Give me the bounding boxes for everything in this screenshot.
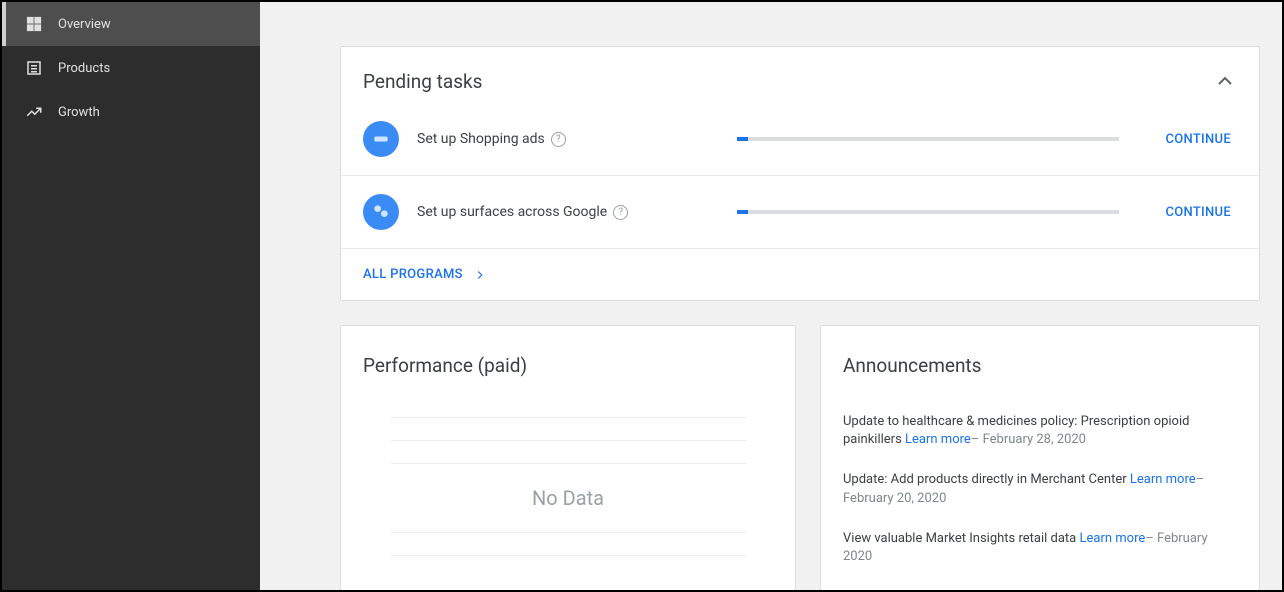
- announcement-item: Update: Add products directly in Merchan…: [843, 471, 1237, 507]
- all-programs-label: ALL PROGRAMS: [363, 267, 463, 282]
- grid-line: [391, 555, 746, 556]
- performance-chart-placeholder: No Data: [363, 417, 773, 556]
- announcement-date: – February 28, 2020: [971, 432, 1086, 447]
- continue-button[interactable]: CONTINUE: [1159, 205, 1237, 220]
- all-programs-link[interactable]: ALL PROGRAMS: [341, 248, 1259, 300]
- grid-line: [391, 440, 746, 441]
- sidebar-item-overview[interactable]: Overview: [2, 2, 260, 46]
- learn-more-link[interactable]: Learn more: [1130, 472, 1196, 487]
- surfaces-icon: [363, 194, 399, 230]
- sidebar: Overview Products Growth: [2, 2, 260, 590]
- task-label: Set up surfaces across Google ?: [417, 204, 737, 220]
- help-icon[interactable]: ?: [613, 205, 628, 220]
- performance-card: Performance (paid) No Data: [340, 325, 796, 590]
- task-progress: [737, 210, 1119, 214]
- collapse-icon[interactable]: [1213, 69, 1237, 93]
- learn-more-link[interactable]: Learn more: [905, 432, 971, 447]
- main-content: Pending tasks Set up Shopping ads ? CONT…: [260, 2, 1282, 590]
- sidebar-item-label: Growth: [58, 105, 100, 120]
- grid-line: [391, 532, 746, 533]
- performance-title: Performance (paid): [363, 354, 773, 377]
- pending-tasks-card: Pending tasks Set up Shopping ads ? CONT…: [340, 46, 1260, 301]
- task-text: Set up surfaces across Google: [417, 204, 607, 220]
- task-text: Set up Shopping ads: [417, 131, 545, 147]
- trend-icon: [24, 102, 44, 122]
- task-row: Set up Shopping ads ? CONTINUE: [341, 103, 1259, 175]
- task-progress-fill: [737, 210, 748, 214]
- grid-line: [391, 417, 746, 418]
- no-data-label: No Data: [532, 486, 604, 510]
- list-icon: [24, 58, 44, 78]
- shopping-ads-icon: [363, 121, 399, 157]
- sidebar-item-label: Products: [58, 61, 110, 76]
- tasks-header: Pending tasks: [341, 47, 1259, 103]
- sidebar-item-growth[interactable]: Growth: [2, 90, 260, 134]
- sidebar-item-label: Overview: [58, 17, 111, 32]
- dashboard-icon: [24, 14, 44, 34]
- continue-button[interactable]: CONTINUE: [1159, 132, 1237, 147]
- announcement-item: View valuable Market Insights retail dat…: [843, 530, 1237, 566]
- learn-more-link[interactable]: Learn more: [1079, 531, 1145, 546]
- chevron-right-icon: [473, 268, 487, 282]
- task-row: Set up surfaces across Google ? CONTINUE: [341, 175, 1259, 248]
- task-label: Set up Shopping ads ?: [417, 131, 737, 147]
- announcements-title: Announcements: [843, 354, 1237, 377]
- announcements-card: Announcements Update to healthcare & med…: [820, 325, 1260, 590]
- task-progress-fill: [737, 137, 748, 141]
- task-progress: [737, 137, 1119, 141]
- announcement-text: View valuable Market Insights retail dat…: [843, 531, 1076, 546]
- tasks-title: Pending tasks: [363, 70, 482, 93]
- announcement-item: Update to healthcare & medicines policy:…: [843, 413, 1237, 449]
- help-icon[interactable]: ?: [551, 132, 566, 147]
- announcement-text: Update: Add products directly in Merchan…: [843, 472, 1127, 487]
- sidebar-item-products[interactable]: Products: [2, 46, 260, 90]
- lower-row: Performance (paid) No Data Announcements…: [340, 325, 1264, 590]
- grid-line: [391, 463, 746, 464]
